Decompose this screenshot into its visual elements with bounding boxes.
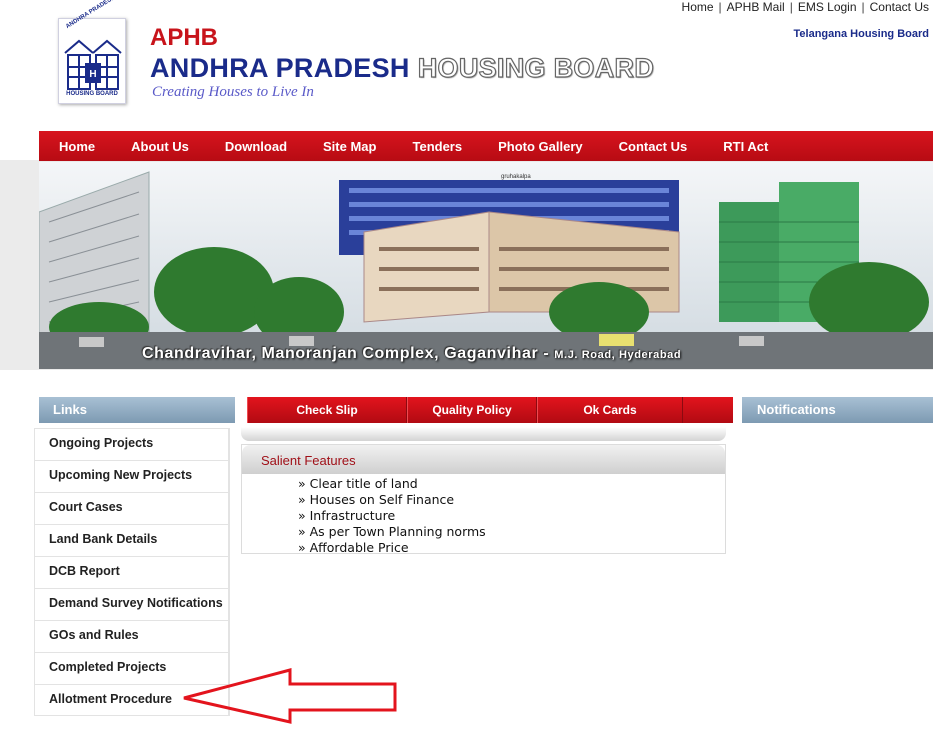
nav-tenders[interactable]: Tenders	[394, 139, 480, 154]
top-link-separator: |	[861, 0, 865, 14]
site-title: ANDHRA PRADESH HOUSING BOARD	[150, 52, 655, 84]
svg-text:H: H	[89, 69, 96, 80]
top-link-aphb-mail[interactable]: APHB Mail	[727, 0, 785, 14]
site-title-part2: HOUSING BOARD	[417, 52, 655, 83]
annotation-arrow-icon	[183, 668, 397, 724]
top-links: Home | APHB Mail | EMS Login | Contact Us	[682, 0, 929, 14]
top-link-ems-login[interactable]: EMS Login	[798, 0, 857, 14]
salient-features-heading: Salient Features	[242, 445, 725, 474]
link-demand-survey-notifications[interactable]: Demand Survey Notifications	[34, 588, 229, 620]
link-gos-and-rules[interactable]: GOs and Rules	[34, 620, 229, 652]
telangana-housing-board-link[interactable]: Telangana Housing Board	[794, 28, 929, 40]
nav-contact-us[interactable]: Contact Us	[601, 139, 706, 154]
notifications-heading: Notifications	[742, 397, 933, 423]
top-link-contact-us[interactable]: Contact Us	[870, 0, 929, 14]
salient-features-box: Salient Features » Clear title of land »…	[241, 444, 726, 556]
salient-feature-item: » Affordable Price	[298, 540, 409, 555]
salient-feature-item: » Clear title of land	[298, 476, 418, 491]
top-link-separator: |	[789, 0, 793, 14]
banner-caption: Chandravihar, Manoranjan Complex, Gaganv…	[142, 345, 681, 363]
tab-ok-cards[interactable]: Ok Cards	[537, 397, 683, 423]
link-dcb-report[interactable]: DCB Report	[34, 556, 229, 588]
nav-about-us[interactable]: About Us	[113, 139, 207, 154]
links-heading: Links	[39, 397, 235, 423]
salient-feature-item: » Infrastructure	[298, 508, 396, 523]
tab-check-slip[interactable]: Check Slip	[247, 397, 407, 423]
top-link-home[interactable]: Home	[682, 0, 714, 14]
nav-site-map[interactable]: Site Map	[305, 139, 394, 154]
salient-feature-item: » Houses on Self Finance	[298, 492, 455, 507]
site-short-title: APHB	[150, 24, 219, 51]
tab-quality-policy[interactable]: Quality Policy	[407, 397, 537, 423]
link-upcoming-new-projects[interactable]: Upcoming New Projects	[34, 460, 229, 492]
top-link-separator: |	[718, 0, 722, 14]
salient-feature-item: » As per Town Planning norms	[298, 524, 486, 539]
banner-sign-text: gruhakalpa	[501, 174, 531, 180]
logo-bottom-text: HOUSING BOARD	[66, 91, 118, 97]
banner-buildings-illustration: gruhakalpa	[39, 162, 933, 369]
site-tagline: Creating Houses to Live In	[152, 84, 314, 100]
link-land-bank-details[interactable]: Land Bank Details	[34, 524, 229, 556]
link-ongoing-projects[interactable]: Ongoing Projects	[34, 428, 229, 460]
banner-caption-main: Chandravihar, Manoranjan Complex, Gaganv…	[142, 345, 555, 362]
nav-rti-act[interactable]: RTI Act	[705, 139, 786, 154]
middle-tabs: Check Slip Quality Policy Ok Cards	[247, 397, 733, 423]
salient-features-list: » Clear title of land » Houses on Self F…	[242, 474, 725, 556]
banner-image: gruhakalpa Chandravihar, Manoranjan Comp…	[39, 162, 933, 369]
nav-photo-gallery[interactable]: Photo Gallery	[480, 139, 601, 154]
main-nav: Home About Us Download Site Map Tenders …	[39, 131, 933, 161]
link-court-cases[interactable]: Court Cases	[34, 492, 229, 524]
banner-caption-location: M.J. Road, Hyderabad	[554, 349, 682, 361]
site-title-part1: ANDHRA PRADESH	[150, 53, 410, 83]
aphb-logo[interactable]: ANDHRA PRADESH H HOUSING BOARD	[58, 0, 126, 104]
page: Home | APHB Mail | EMS Login | Contact Us Tela…	[0, 0, 933, 730]
nav-download[interactable]: Download	[207, 139, 305, 154]
tab-content-panel	[241, 427, 726, 441]
nav-home[interactable]: Home	[39, 139, 113, 154]
